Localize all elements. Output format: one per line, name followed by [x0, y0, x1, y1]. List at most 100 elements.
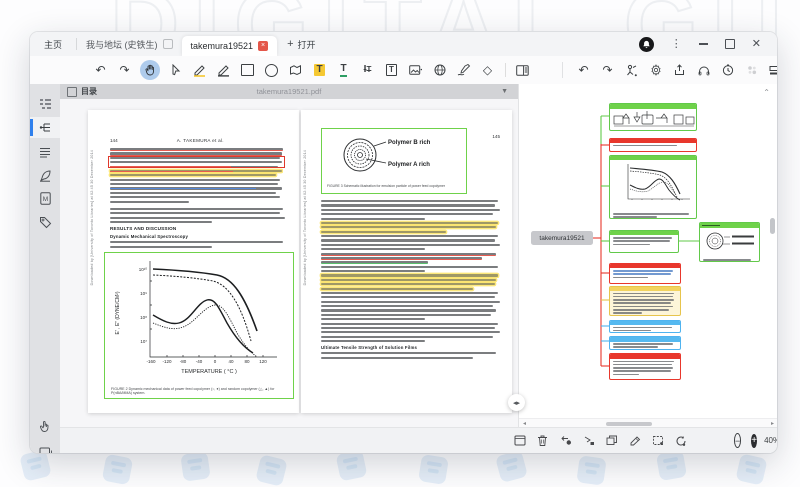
title-bar: 主页 我与地坛 (史铁生) takemura19521 × + 打开 ⋮ ✕	[30, 32, 777, 56]
sidebar-markdown-note-icon[interactable]: M	[30, 188, 60, 209]
select-arrow-icon[interactable]	[167, 62, 184, 79]
tab-document-1[interactable]: 我与地坛 (史铁生)	[77, 32, 182, 56]
export-share-icon[interactable]	[671, 62, 688, 79]
sidebar-annotations-icon[interactable]	[30, 142, 60, 163]
mindmap-root-node[interactable]: takemura19521	[531, 231, 593, 245]
hand-tool-icon[interactable]	[140, 60, 160, 80]
mindmap-node-note-6[interactable]	[609, 336, 681, 350]
mindmap-node-note-7[interactable]	[609, 353, 681, 380]
panel-toggle-button[interactable]: ◂▸	[508, 394, 525, 411]
text-box-icon[interactable]: T	[383, 62, 400, 79]
mindmap-node-note-4[interactable]	[609, 286, 681, 316]
settings-gear-icon[interactable]	[647, 62, 664, 79]
sidebar-mindmap-icon[interactable]	[30, 117, 60, 138]
timer-history-icon[interactable]	[719, 62, 736, 79]
zoom-in-button[interactable]: +	[751, 434, 757, 448]
figure3-diagram: Polymer B rich Polymer A rich	[322, 129, 466, 179]
text-line	[321, 270, 425, 272]
screenshot-icon[interactable]	[650, 433, 665, 448]
map-redo-icon[interactable]: ↷	[599, 62, 616, 79]
scroll-left-arrow[interactable]: ◂	[523, 420, 526, 427]
new-board-icon[interactable]	[512, 433, 527, 448]
zoom-out-button[interactable]: −	[734, 433, 741, 448]
rectangle-tool-icon[interactable]	[239, 62, 256, 79]
layout-rows-icon[interactable]	[767, 62, 777, 79]
tab-close-red-icon[interactable]: ×	[258, 41, 268, 51]
node-header	[700, 223, 759, 228]
right-page-text: Ultimate Tensile Strength of Solution Fi…	[321, 200, 500, 361]
mindmap-node-apparatus[interactable]	[609, 103, 697, 131]
map-vertical-scrollbar[interactable]	[770, 218, 775, 234]
open-file-label: 打开	[298, 38, 316, 51]
text-line	[110, 212, 280, 214]
signature-pen-icon[interactable]	[455, 62, 472, 79]
mindmap-node-note-1[interactable]	[609, 138, 697, 152]
text-strikethrough-icon[interactable]: IT	[359, 62, 376, 79]
refresh-icon[interactable]	[673, 433, 688, 448]
scrollbar-thumb[interactable]	[606, 422, 652, 427]
mindmap-node-note-3[interactable]	[609, 263, 681, 284]
eraser-icon[interactable]: ◇	[479, 62, 496, 79]
close-button[interactable]: ✕	[752, 39, 761, 50]
scroll-right-arrow[interactable]: ▸	[771, 420, 774, 427]
tab-document-2[interactable]: takemura19521 ×	[182, 36, 278, 56]
text-line	[321, 327, 495, 329]
left-sidebar: M	[30, 84, 61, 453]
text-underline-icon[interactable]: T	[335, 62, 352, 79]
delete-node-icon[interactable]	[535, 433, 550, 448]
pdf-page-left: Downloaded by [University of Toronto Lib…	[88, 110, 299, 413]
redo-icon[interactable]: ↷	[116, 62, 133, 79]
sidebar-tag-icon[interactable]	[30, 212, 60, 233]
mindmap-node-note-2[interactable]	[609, 230, 679, 253]
sidebar-reader-icon[interactable]	[30, 442, 60, 453]
undo-node-icon[interactable]	[558, 433, 573, 448]
mindmap-node-note-5[interactable]	[609, 320, 681, 333]
notification-bell-icon[interactable]	[639, 37, 654, 52]
web-link-icon[interactable]	[431, 62, 448, 79]
copy-style-icon[interactable]	[604, 433, 619, 448]
text-line	[110, 246, 212, 248]
svg-text:M: M	[42, 196, 47, 203]
open-file-button[interactable]: + 打开	[277, 38, 325, 51]
map-collapse-icon[interactable]: ⌃	[763, 88, 770, 97]
more-menu-icon[interactable]: ⋮	[671, 39, 682, 50]
figure3-label-b: Polymer B rich	[388, 140, 431, 146]
ellipse-tool-icon[interactable]	[263, 62, 280, 79]
format-brush-icon[interactable]	[627, 433, 642, 448]
insert-image-icon[interactable]	[407, 62, 424, 79]
sidebar-quill-icon[interactable]	[30, 165, 60, 186]
tab-close-icon[interactable]	[163, 39, 173, 49]
figure2-annotation-box[interactable]: 10¹⁰ 10⁹ 10⁸ 10⁷ -160 -120 -80 -40 0 40 …	[104, 252, 294, 399]
relation-node-icon[interactable]	[581, 433, 596, 448]
plugin-puzzle-icon[interactable]	[743, 62, 760, 79]
mindmap-panel[interactable]: takemura19521	[518, 84, 777, 428]
sidebar-hand-pointer-icon[interactable]	[30, 416, 60, 437]
map-undo-icon[interactable]: ↶	[575, 62, 592, 79]
mindmap-node-particle[interactable]	[699, 222, 760, 262]
highlighter-icon[interactable]	[191, 62, 208, 79]
figure2-caption: FIGURE 2 Dynamic mechanical data of powe…	[105, 386, 293, 397]
text-line	[321, 235, 498, 237]
minimize-button[interactable]	[699, 43, 708, 45]
app-window: 主页 我与地坛 (史铁生) takemura19521 × + 打开 ⋮ ✕ ↶…	[30, 32, 777, 453]
bottom-toolbar: − + 40%	[60, 427, 777, 453]
graph-sketch	[612, 161, 696, 207]
text-line	[321, 296, 495, 298]
mindmap-node-graph[interactable]	[609, 155, 697, 219]
text-highlight-icon[interactable]: T	[311, 62, 328, 79]
tab-home[interactable]: 主页	[30, 38, 76, 51]
polygon-tool-icon[interactable]	[287, 62, 304, 79]
text-line	[321, 248, 425, 250]
plus-icon: +	[287, 38, 293, 50]
map-style-icon[interactable]	[623, 62, 640, 79]
undo-icon[interactable]: ↶	[92, 62, 109, 79]
sidebar-outline-icon[interactable]	[30, 93, 60, 114]
maximize-button[interactable]	[725, 39, 735, 49]
page-panel-icon[interactable]	[514, 62, 531, 79]
pdf-view-area[interactable]: Downloaded by [University of Toronto Lib…	[60, 99, 518, 428]
pen-icon[interactable]	[215, 62, 232, 79]
figure3-annotation-box[interactable]: Polymer B rich Polymer A rich FIGURE 3 S…	[321, 128, 467, 194]
audio-read-icon[interactable]	[695, 62, 712, 79]
root-node-label: takemura19521	[539, 235, 584, 242]
zoom-level: 40%	[764, 436, 777, 445]
